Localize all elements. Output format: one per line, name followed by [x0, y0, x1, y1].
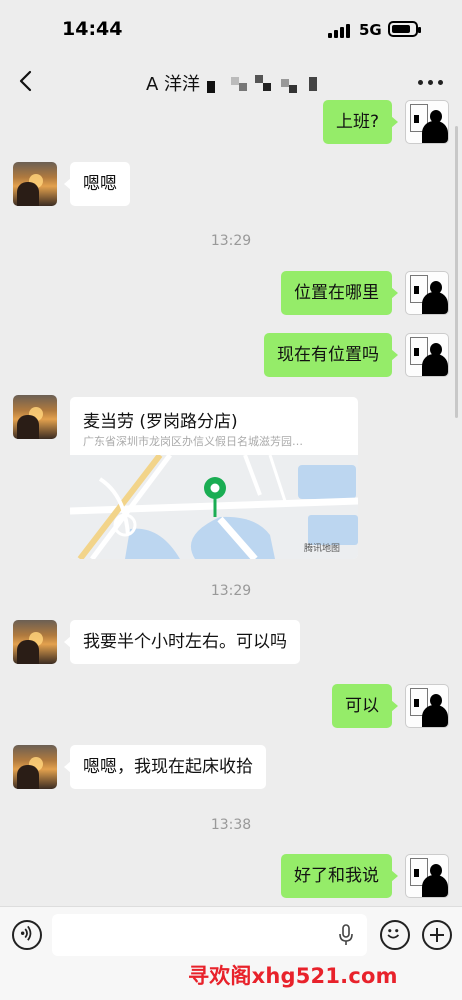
more-options-button[interactable] — [418, 80, 444, 88]
chat-title: A 洋洋 — [146, 74, 201, 95]
redacted-name-mosaic — [207, 75, 322, 93]
my-avatar[interactable] — [405, 100, 449, 144]
mic-icon[interactable] — [338, 924, 354, 946]
status-bar: 14:44 5G — [0, 0, 462, 56]
map-pin-icon — [204, 477, 226, 517]
message-bubble-sent[interactable]: 上班? — [322, 100, 399, 144]
battery-icon — [388, 21, 421, 37]
map-brand-label: 腾讯地图 — [304, 544, 341, 554]
message-timestamp: 13:29 — [210, 583, 252, 599]
voice-icon — [20, 925, 32, 941]
message-bubble-received[interactable]: 嗯嗯 — [64, 162, 130, 206]
voice-button[interactable] — [12, 920, 42, 950]
contact-avatar[interactable] — [13, 745, 57, 789]
location-address: 广东省深圳市龙岗区办信义假日名城滋芳园… — [83, 435, 303, 448]
plus-button[interactable] — [422, 920, 452, 950]
chevron-left-icon — [19, 70, 32, 92]
message-bubble-sent[interactable]: 可以 — [332, 684, 398, 728]
scrollbar[interactable] — [455, 126, 458, 418]
message-bubble-received[interactable]: 我要半个小时左右。可以吗 — [64, 620, 300, 664]
input-bar: 寻欢阁xhg521.com — [0, 906, 462, 1000]
signal-icon — [328, 24, 352, 38]
chat-screen: 14:44 5G A 洋洋 上班? 嗯嗯 13:29 位置在哪里 现在有位置吗 … — [0, 0, 462, 1000]
location-card[interactable]: 麦当劳 (罗岗路分店) 广东省深圳市龙岗区办信义假日名城滋芳园… 腾讯地图 — [70, 397, 358, 559]
location-map-preview: 腾讯地图 — [70, 455, 358, 559]
nav-bar: A 洋洋 — [0, 56, 462, 106]
location-name: 麦当劳 (罗岗路分店) — [83, 412, 238, 432]
contact-avatar[interactable] — [13, 395, 57, 439]
message-bubble-received[interactable]: 嗯嗯，我现在起床收拾 — [64, 745, 266, 789]
message-input[interactable] — [52, 914, 367, 956]
watermark-text: 寻欢阁xhg521.com — [188, 964, 398, 988]
my-avatar[interactable] — [405, 854, 449, 898]
my-avatar[interactable] — [405, 333, 449, 377]
message-timestamp: 13:38 — [210, 817, 252, 833]
message-bubble-sent[interactable]: 现在有位置吗 — [264, 333, 398, 377]
my-avatar[interactable] — [405, 684, 449, 728]
back-button[interactable] — [14, 66, 40, 96]
my-avatar[interactable] — [405, 271, 449, 315]
message-bubble-sent[interactable]: 位置在哪里 — [281, 271, 398, 315]
contact-avatar[interactable] — [13, 620, 57, 664]
network-type: 5G — [359, 21, 382, 39]
message-bubble-sent[interactable]: 好了和我说 — [281, 854, 398, 898]
emoji-button[interactable] — [380, 920, 410, 950]
emoji-icon — [387, 929, 400, 939]
status-time: 14:44 — [62, 18, 123, 40]
message-list[interactable]: 上班? 嗯嗯 13:29 位置在哪里 现在有位置吗 麦当劳 (罗岗路分店) 广东… — [0, 100, 462, 906]
message-timestamp: 13:29 — [210, 233, 252, 249]
contact-avatar[interactable] — [13, 162, 57, 206]
